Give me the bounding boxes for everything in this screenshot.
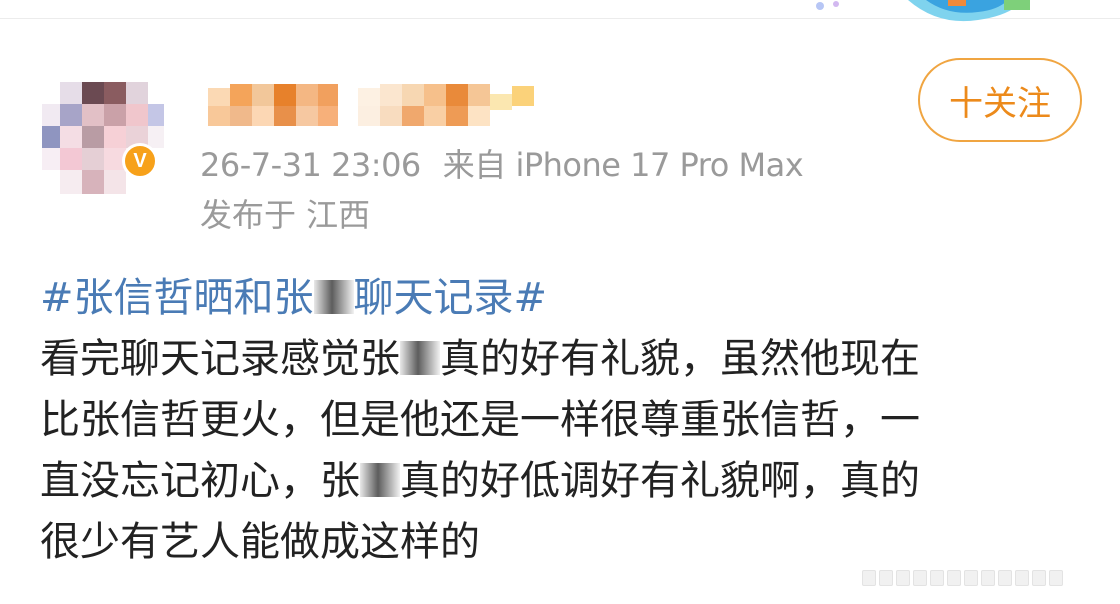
verified-badge-icon: V xyxy=(122,143,158,179)
hashtag-part: 聊天记录# xyxy=(353,275,548,321)
post-text: 比张信哲更火，但是他还是一样很尊重张信哲，一 xyxy=(40,397,920,443)
redacted-name xyxy=(360,463,400,497)
post-line: 直没忘记初心，张 真的好低调好有礼貌啊，真的 xyxy=(40,451,1090,512)
post-timestamp: 26-7-31 23:06 xyxy=(200,146,421,184)
hashtag-part: #张信哲晒和张 xyxy=(40,275,314,321)
redacted-name xyxy=(313,280,354,314)
post-text: 很少有艺人能做成这样的 xyxy=(40,519,480,565)
post-line: 比张信哲更火，但是他还是一样很尊重张信哲，一 xyxy=(40,390,1090,451)
post-meta: 26-7-31 23:06 来自 iPhone 17 Pro Max xyxy=(200,140,804,186)
post-text: 看完聊天记录感觉张 xyxy=(40,336,400,382)
post-line: 看完聊天记录感觉张 真的好有礼貌，虽然他现在 xyxy=(40,329,1090,390)
post-line: 很少有艺人能做成这样的 xyxy=(40,512,1090,573)
username[interactable] xyxy=(208,84,548,128)
decoration-icon xyxy=(816,0,1030,22)
post-body: #张信哲晒和张 聊天记录# 看完聊天记录感觉张 真的好有礼貌，虽然他现在 比张信哲更… xyxy=(40,268,1090,573)
post-text: 真的好低调好有礼貌啊，真的 xyxy=(400,458,920,504)
redacted-name xyxy=(400,341,440,375)
post-source: 来自 iPhone 17 Pro Max xyxy=(442,146,804,184)
post-text: 真的好有礼貌，虽然他现在 xyxy=(440,336,920,382)
image-strip-indicator xyxy=(862,570,1063,586)
follow-button[interactable]: 十关注 xyxy=(918,58,1082,142)
post-location: 发布于 江西 xyxy=(200,196,371,234)
hashtag-topic-link[interactable]: #张信哲晒和张 聊天记录# xyxy=(40,268,1090,329)
post-text: 直没忘记初心，张 xyxy=(40,458,360,504)
